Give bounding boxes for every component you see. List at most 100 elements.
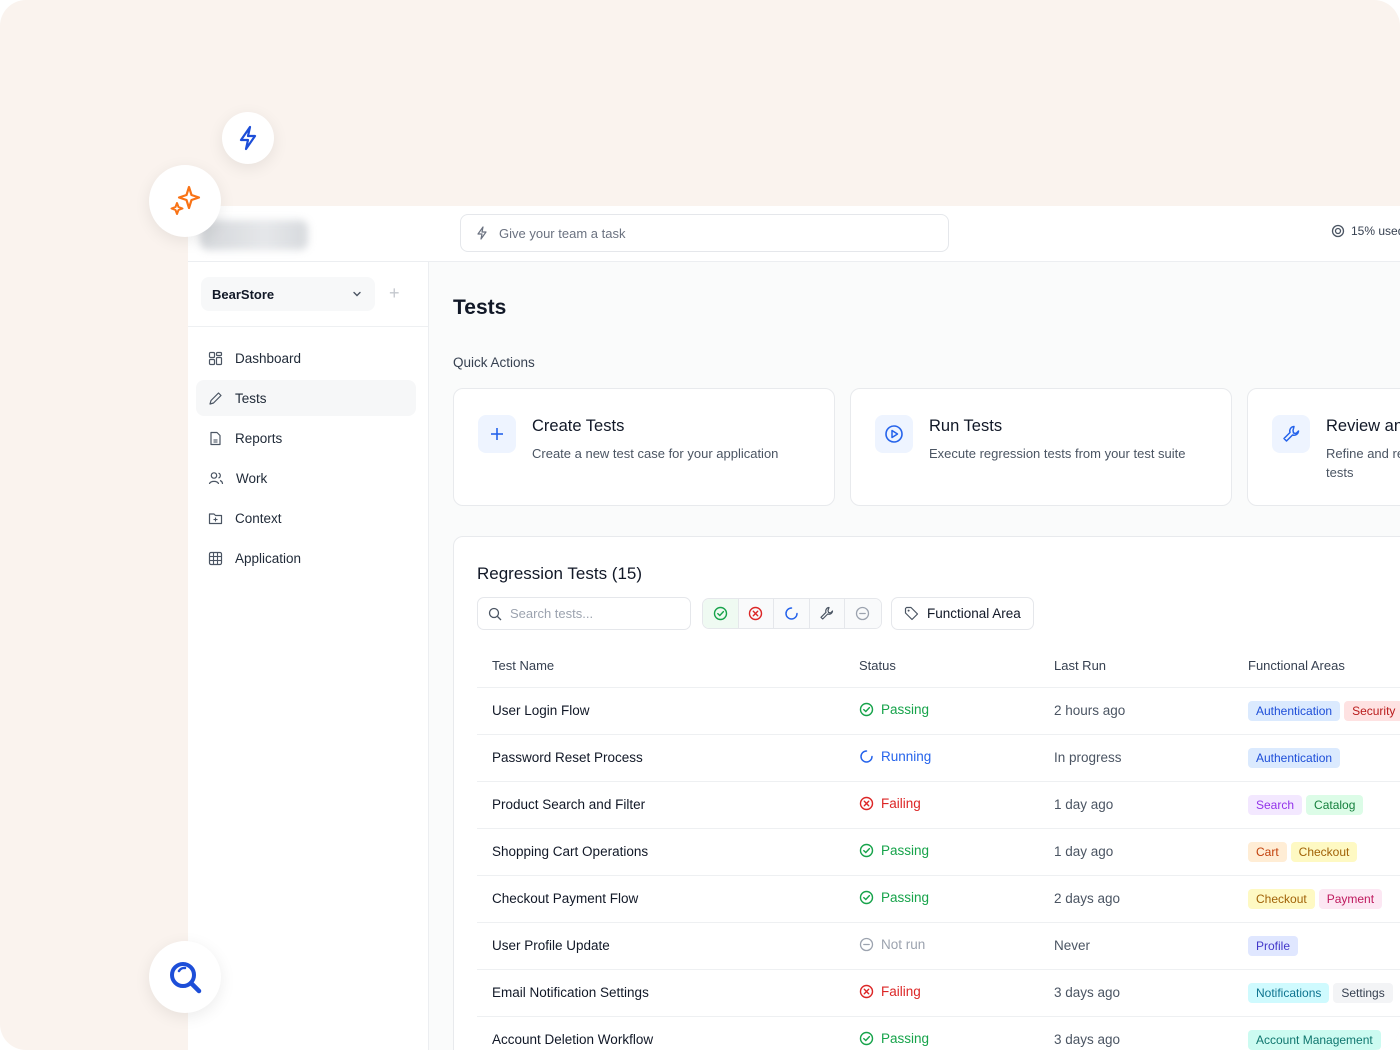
review-tests-card[interactable]: Review and Refine Refine and review test…: [1247, 388, 1400, 506]
card-description: Refine and review tests: [1326, 446, 1400, 480]
functional-area-tag: Security: [1344, 700, 1400, 721]
task-input-container[interactable]: [460, 214, 949, 252]
functional-area-tag: Account Management: [1248, 1029, 1381, 1050]
functional-area-tag: Notifications: [1248, 982, 1330, 1003]
functional-area-tag: Catalog: [1306, 794, 1364, 815]
test-name-cell: Email Notification Settings: [477, 969, 859, 1017]
card-title: Review and Refine: [1326, 417, 1400, 435]
status-cell: Passing: [859, 828, 1054, 876]
document-icon: [210, 431, 221, 445]
sidebar-item-application[interactable]: Application: [196, 540, 416, 576]
filter-not-run-button[interactable]: [845, 599, 881, 628]
sidebar-item-label: Tests: [235, 390, 267, 406]
functional-area-filter[interactable]: Functional Area: [891, 597, 1034, 630]
status-cell: Running: [859, 734, 1054, 782]
test-name-cell: Password Reset Process: [477, 734, 859, 782]
wrench-icon: [820, 606, 834, 620]
test-name-cell: Shopping Cart Operations: [477, 828, 859, 876]
table-row[interactable]: Password Reset Process Running In progress…: [477, 734, 1400, 782]
filter-failing-button[interactable]: [738, 599, 774, 628]
filter-passing-button[interactable]: [703, 599, 739, 628]
table-row[interactable]: Email Notification Settings Failing 3 days…: [477, 969, 1400, 1017]
create-tests-card[interactable]: Create Tests Create a new test case for …: [453, 388, 835, 506]
sparkle-bubble[interactable]: [149, 165, 221, 237]
run-tests-card[interactable]: Run Tests Execute regression tests from …: [850, 388, 1232, 506]
bolt-icon: [239, 125, 257, 151]
sidebar-item-label: Work: [236, 470, 268, 486]
wrench-icon: [1272, 415, 1310, 453]
last-run-cell: 1 day ago: [1054, 781, 1248, 829]
last-run-cell: 3 days ago: [1054, 969, 1248, 1017]
column-header[interactable]: Last Run: [1054, 645, 1248, 688]
filter-running-button[interactable]: [774, 599, 810, 628]
page-title: Tests: [453, 296, 507, 319]
column-header[interactable]: Status: [859, 645, 1054, 688]
table-row[interactable]: Shopping Cart Operations Passing 1 day ago…: [477, 828, 1400, 876]
loader-icon: [859, 749, 874, 764]
table-icon: [208, 551, 223, 565]
bolt-icon: [477, 226, 487, 240]
project-selector[interactable]: BearStore: [201, 277, 375, 311]
status-filter-group: [702, 598, 882, 629]
status-badge: Not run: [859, 937, 925, 952]
status-badge: Failing: [859, 984, 921, 999]
search-tests-container[interactable]: [477, 597, 691, 630]
check-circle-icon: [859, 1031, 874, 1046]
sidebar-item-tests[interactable]: Tests: [196, 380, 416, 416]
status-cell: Passing: [859, 875, 1054, 923]
table-row[interactable]: Checkout Payment Flow Passing 2 days ago Ch…: [477, 875, 1400, 923]
search-tests-input[interactable]: [510, 606, 680, 621]
magnifier-icon: [170, 962, 202, 994]
check-circle-icon: [859, 843, 874, 858]
minus-circle-icon: [856, 606, 870, 621]
bolt-bubble[interactable]: [222, 112, 274, 164]
sidebar-divider: [188, 326, 428, 327]
status-badge: Failing: [859, 796, 921, 811]
status-cell: Failing: [859, 969, 1054, 1017]
usage-indicator[interactable]: 15% used: [1331, 224, 1400, 238]
table-row[interactable]: Account Deletion Workflow Passing 3 days a…: [477, 1016, 1400, 1050]
filter-fixing-button[interactable]: [809, 599, 845, 628]
regression-tests-panel: Regression Tests (15) Search tests... Fu…: [453, 536, 1400, 1050]
check-circle-icon: [859, 890, 874, 905]
last-run-cell: In progress: [1054, 734, 1248, 782]
status-text: Running: [881, 748, 932, 764]
status-badge: Passing: [859, 843, 929, 858]
add-project-icon[interactable]: +: [389, 283, 400, 303]
sidebar-item-label: Context: [235, 510, 282, 526]
tag-icon: [904, 606, 919, 621]
x-circle-icon: [859, 796, 874, 811]
task-input[interactable]: [499, 225, 919, 241]
sidebar-item-work[interactable]: Work: [196, 460, 416, 496]
usage-gauge-icon: [1331, 224, 1345, 238]
status-cell: Passing: [859, 687, 1054, 735]
search-bubble[interactable]: [149, 941, 221, 1013]
sidebar-item-label: Dashboard: [235, 350, 302, 366]
functional-area-tag: Checkout: [1248, 888, 1315, 909]
test-name-cell: User Profile Update: [477, 922, 859, 970]
last-run-cell: 3 days ago: [1054, 1016, 1248, 1050]
status-badge: Passing: [859, 890, 929, 905]
sidebar-item-reports[interactable]: Reports: [196, 420, 416, 456]
grid-icon: [208, 351, 223, 365]
test-name-cell: User Login Flow: [477, 687, 859, 735]
functional-areas-cell: Notifications Settings: [1248, 969, 1400, 1017]
card-description: Create a new test case for your applicat…: [532, 446, 779, 461]
column-header[interactable]: Test Name: [477, 645, 859, 688]
table-row[interactable]: User Profile Update Not run Never Profile: [477, 922, 1400, 970]
functional-area-tag: Checkout: [1290, 841, 1358, 862]
pencil-icon: [209, 391, 222, 405]
sidebar-item-context[interactable]: Context: [196, 500, 416, 536]
test-name-cell: Checkout Payment Flow: [477, 875, 859, 923]
table-header-row: Test Name Status Last Run Functional Are…: [477, 645, 1400, 688]
functional-areas-cell: Cart Checkout: [1248, 828, 1400, 876]
table-row[interactable]: Product Search and Filter Failing 1 day ag…: [477, 781, 1400, 829]
sidebar-item-dashboard[interactable]: Dashboard: [196, 340, 416, 376]
sidebar: BearStore + Dashboard Tests Reports Work…: [188, 262, 429, 1050]
status-cell: Passing: [859, 1016, 1054, 1050]
column-header[interactable]: Functional Areas: [1248, 645, 1400, 688]
card-description: Execute regression tests from your test …: [929, 446, 1186, 461]
table-row[interactable]: User Login Flow Passing 2 hours ago Authent…: [477, 687, 1400, 735]
test-name-cell: Product Search and Filter: [477, 781, 859, 829]
status-text: Passing: [881, 842, 930, 858]
